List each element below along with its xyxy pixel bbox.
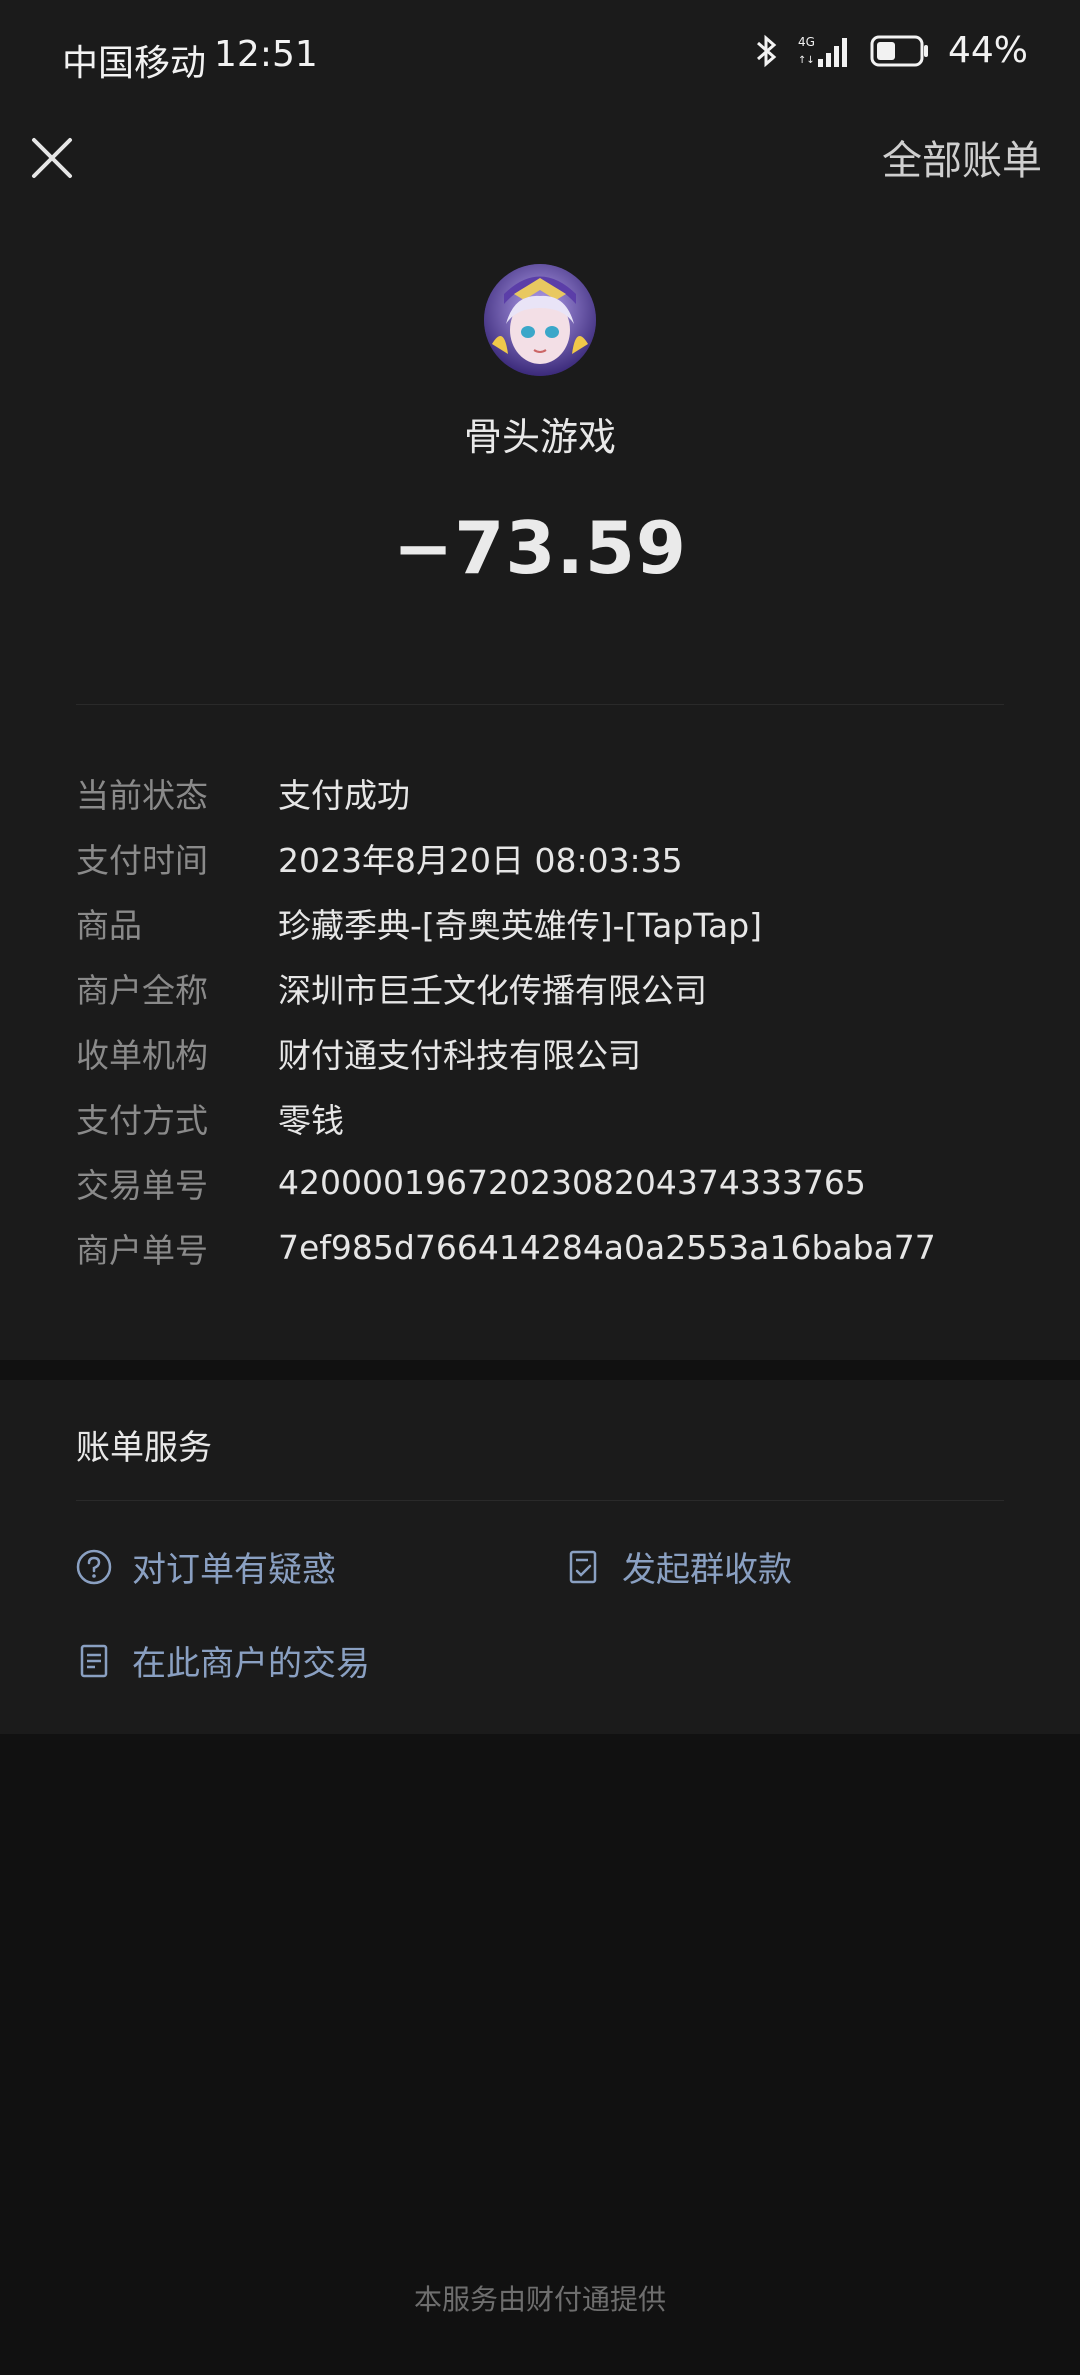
status-bar: 中国移动 12:51 4G ↑↓ 44%: [0, 0, 1080, 110]
detail-label: 收单机构: [76, 1035, 208, 1075]
merchant-transactions-button[interactable]: 在此商户的交易: [76, 1636, 370, 1685]
detail-value: 支付成功: [278, 775, 410, 815]
clock: 12:51: [214, 34, 318, 75]
detail-row-product: 商品 珍藏季典-[奇奥英雄传]-[TapTap]: [76, 890, 1016, 955]
detail-row-acquirer: 收单机构 财付通支付科技有限公司: [76, 1020, 1016, 1085]
document-icon: [80, 1644, 108, 1677]
detail-label: 支付时间: [76, 840, 208, 880]
all-bills-link[interactable]: 全部账单: [882, 128, 1042, 186]
bill-detail-card: 全部账单 骨头游戏 −73.59 当前状态 支付成功 支付时间 2023年8月2…: [0, 110, 1080, 1360]
merchant-avatar: [484, 264, 596, 376]
detail-row-transaction-id: 交易单号 4200001967202308204374333765: [76, 1150, 1016, 1215]
close-button[interactable]: [22, 128, 82, 188]
divider: [76, 1500, 1004, 1501]
bluetooth-icon: [754, 33, 780, 69]
detail-row-merchant-full-name: 商户全称 深圳市巨壬文化传播有限公司: [76, 955, 1016, 1020]
detail-label: 商户全称: [76, 970, 208, 1010]
detail-value: 4200001967202308204374333765: [278, 1163, 866, 1202]
detail-value: 深圳市巨壬文化传播有限公司: [278, 970, 707, 1010]
service-item-label: 在此商户的交易: [132, 1644, 370, 1684]
detail-label: 商品: [76, 905, 142, 945]
battery-percent: 44%: [947, 30, 1028, 71]
detail-label: 交易单号: [76, 1165, 208, 1205]
status-left: 中国移动 12:51: [62, 34, 318, 86]
status-right: 4G ↑↓ 44%: [754, 30, 1028, 71]
detail-label: 商户单号: [76, 1230, 208, 1270]
payment-amount: −73.59: [392, 506, 688, 590]
signal-4g-icon: 4G ↑↓: [798, 33, 852, 69]
detail-label: 支付方式: [76, 1100, 208, 1140]
detail-value: 7ef985d766414284a0a2553a16baba77: [278, 1228, 936, 1267]
svg-text:4G: 4G: [798, 35, 815, 49]
question-circle-icon: [76, 1549, 112, 1584]
service-item-label: 发起群收款: [622, 1550, 792, 1590]
detail-value: 珍藏季典-[奇奥英雄传]-[TapTap]: [278, 905, 763, 945]
detail-row-status: 当前状态 支付成功: [76, 760, 1016, 825]
svg-text:↑↓: ↑↓: [798, 55, 815, 66]
detail-value: 零钱: [278, 1100, 344, 1140]
close-icon: [32, 138, 72, 178]
carrier-name: 中国移动: [62, 43, 207, 84]
detail-value: 2023年8月20日 08:03:35: [278, 840, 683, 880]
divider: [76, 704, 1004, 705]
footer-note: 本服务由财付通提供: [413, 2283, 666, 2316]
details-list: 当前状态 支付成功 支付时间 2023年8月20日 08:03:35 商品 珍藏…: [76, 760, 1016, 1280]
section-title: 账单服务: [76, 1428, 212, 1468]
battery-icon: [870, 34, 930, 68]
detail-row-time: 支付时间 2023年8月20日 08:03:35: [76, 825, 1016, 890]
service-item-label: 对订单有疑惑: [132, 1550, 336, 1590]
detail-row-payment-method: 支付方式 零钱: [76, 1085, 1016, 1150]
merchant-name: 骨头游戏: [463, 415, 616, 459]
detail-row-merchant-order-id: 商户单号 7ef985d766414284a0a2553a16baba77: [76, 1215, 1016, 1280]
checklist-icon: [569, 1550, 597, 1583]
detail-label: 当前状态: [76, 775, 208, 815]
question-order-button[interactable]: 对订单有疑惑: [76, 1542, 336, 1591]
group-collection-button[interactable]: 发起群收款: [566, 1542, 792, 1591]
detail-value: 财付通支付科技有限公司: [278, 1035, 641, 1075]
bill-service-card: 账单服务 对订单有疑惑 发起群收款 在此商户的交易: [0, 1380, 1080, 1734]
